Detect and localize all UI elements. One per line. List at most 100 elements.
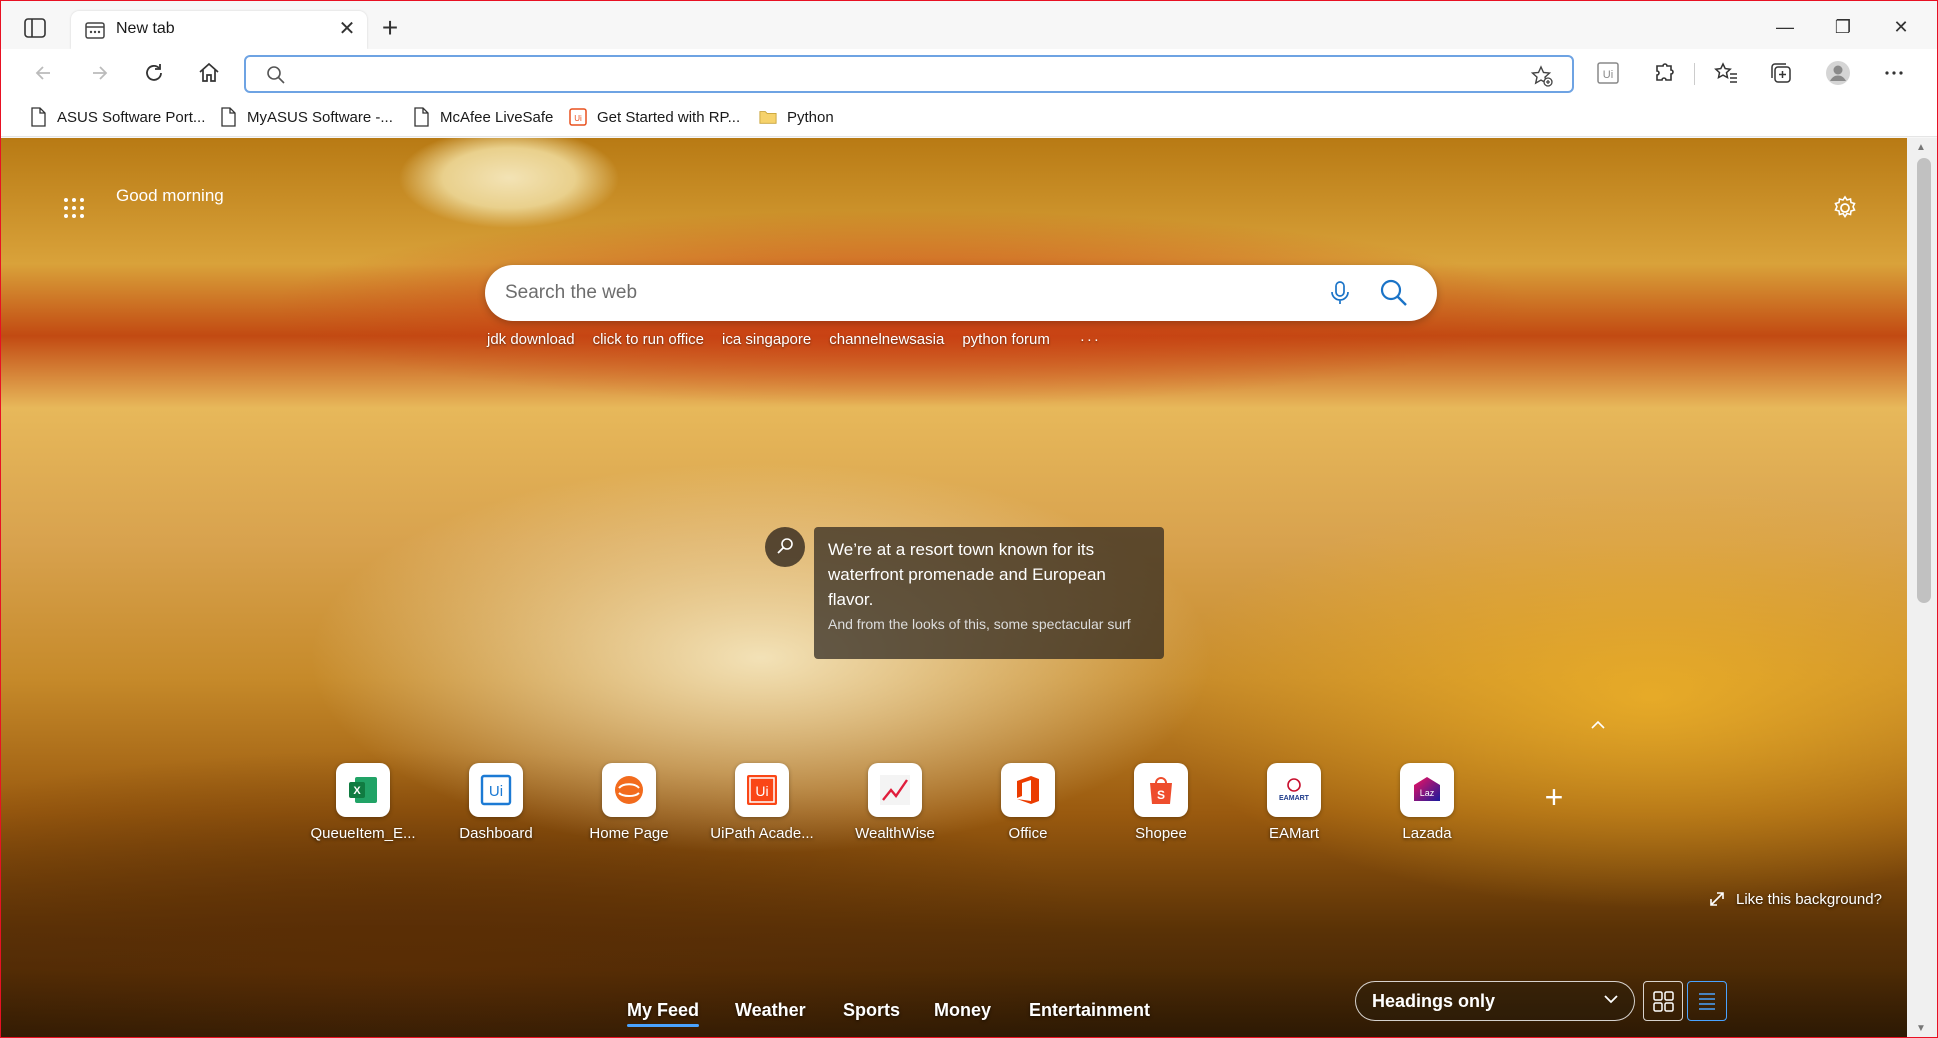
chevron-up-icon[interactable] — [1586, 713, 1610, 737]
address-bar[interactable] — [244, 55, 1574, 93]
quick-link-queueitem[interactable]: X QueueItem_E... — [308, 763, 418, 842]
search-icon — [267, 66, 285, 84]
quick-link-label: EAMart — [1268, 825, 1319, 842]
favorite-label: Get Started with RP... — [597, 108, 741, 126]
scroll-down-icon[interactable]: ▼ — [1916, 1023, 1926, 1034]
page-icon — [31, 107, 46, 127]
dropdown-selected-value: Headings only — [1372, 991, 1496, 1011]
favorite-item-get-started-rpa[interactable]: Ui Get Started with RP... — [569, 103, 740, 131]
quick-link-label: Office — [1008, 825, 1048, 842]
content-visibility-dropdown[interactable]: Headings only — [1355, 981, 1635, 1021]
scrollbar-thumb[interactable] — [1917, 158, 1931, 603]
favorite-label: Python — [787, 108, 834, 126]
web-search-box[interactable] — [485, 265, 1437, 321]
svg-text:X: X — [353, 785, 361, 797]
favorite-label: MyASUS Software -... — [247, 108, 393, 126]
web-search-input[interactable] — [505, 279, 1305, 307]
image-info-subtext: And from the looks of this, some spectac… — [828, 616, 1131, 632]
quick-link-shopee[interactable]: S Shopee — [1106, 763, 1216, 842]
tab-actions-icon[interactable] — [23, 17, 47, 39]
page-scrollbar[interactable]: ▲ ▼ — [1907, 138, 1937, 1037]
uipath-extension-icon[interactable]: Ui — [1594, 59, 1622, 87]
office-icon — [1001, 763, 1055, 817]
greeting-text: Good morning — [116, 186, 224, 205]
collections-icon[interactable] — [1767, 59, 1795, 87]
favorite-label: McAfee LiveSafe — [440, 108, 554, 126]
feed-tab-entertainment[interactable]: Entertainment — [1029, 1000, 1150, 1021]
like-background-link[interactable]: Like this background? — [1708, 890, 1882, 908]
forward-icon[interactable] — [85, 59, 113, 87]
tab-new-tab[interactable]: New tab ✕ — [71, 11, 367, 49]
quick-link-office[interactable]: Office — [973, 763, 1083, 842]
grid-view-icon — [1653, 991, 1674, 1012]
image-info-card[interactable]: We’re at a resort town known for its wat… — [814, 527, 1164, 659]
like-background-label: Like this background? — [1736, 890, 1882, 908]
add-favorite-icon[interactable] — [1530, 64, 1554, 88]
page-settings-icon[interactable] — [1831, 194, 1859, 222]
extensions-icon[interactable] — [1650, 59, 1678, 87]
profile-avatar-icon[interactable] — [1824, 59, 1852, 87]
favorite-folder-python[interactable]: Python — [759, 103, 834, 131]
feed-tab-sports[interactable]: Sports — [843, 1000, 900, 1021]
favorites-icon[interactable] — [1712, 59, 1740, 87]
add-quick-link-button[interactable]: + — [1539, 781, 1569, 813]
trending-item[interactable]: ica singapore — [722, 331, 811, 348]
quick-link-label: WealthWise — [855, 825, 935, 842]
navigation-toolbar: Ui — [1, 49, 1937, 97]
favorite-item-myasus-software[interactable]: MyASUS Software -... — [219, 103, 393, 131]
quick-link-eamart[interactable]: EAMART EAMart — [1239, 763, 1349, 842]
svg-text:S: S — [1157, 788, 1165, 802]
svg-text:Ui: Ui — [755, 783, 768, 799]
favorite-item-mcafee-livesafe[interactable]: McAfee LiveSafe — [412, 103, 553, 131]
image-info-search-icon[interactable] — [765, 527, 805, 567]
quick-link-lazada[interactable]: Laz Lazada — [1372, 763, 1482, 842]
feed-tab-my-feed[interactable]: My Feed — [627, 1000, 700, 1027]
favorites-bar: ASUS Software Port... MyASUS Software -.… — [1, 97, 1937, 137]
quick-link-label: Shopee — [1135, 825, 1187, 842]
trending-more-button[interactable]: ··· — [1080, 331, 1101, 348]
grid-view-button[interactable] — [1643, 981, 1683, 1021]
minimize-button[interactable]: — — [1773, 15, 1797, 39]
quick-link-label: Dashboard — [459, 825, 533, 842]
search-submit-icon[interactable] — [1378, 277, 1410, 309]
wealthwise-icon — [868, 763, 922, 817]
tab-close-icon[interactable]: ✕ — [337, 19, 357, 39]
trending-item[interactable]: channelnewsasia — [829, 331, 944, 348]
image-info-headline: We’re at a resort town known for its wat… — [828, 540, 1106, 609]
microphone-icon[interactable] — [1326, 279, 1354, 307]
list-view-button[interactable] — [1687, 981, 1727, 1021]
quick-link-label: Home Page — [589, 825, 669, 842]
homepage-orange-icon — [602, 763, 656, 817]
trending-searches: jdk download click to run office ica sin… — [487, 331, 1101, 348]
trending-item[interactable]: click to run office — [593, 331, 704, 348]
quick-link-dashboard[interactable]: Ui Dashboard — [441, 763, 551, 842]
quick-link-uipath-academy[interactable]: Ui UiPath Acade... — [707, 763, 817, 842]
feed-tab-weather[interactable]: Weather — [735, 1000, 806, 1021]
list-view-icon — [1699, 993, 1715, 1010]
close-window-button[interactable]: ✕ — [1889, 15, 1913, 39]
app-launcher-icon[interactable] — [63, 197, 85, 219]
refresh-icon[interactable] — [140, 59, 168, 87]
page-icon — [414, 107, 429, 127]
uipath-blue-icon: Ui — [469, 763, 523, 817]
trending-item[interactable]: python forum — [962, 331, 1050, 348]
quick-link-label: Lazada — [1402, 825, 1452, 842]
back-icon[interactable] — [30, 59, 58, 87]
restore-button[interactable]: ❐ — [1831, 15, 1855, 39]
more-options-icon[interactable] — [1880, 59, 1908, 87]
favorite-label: ASUS Software Port... — [57, 108, 206, 126]
address-input[interactable] — [300, 63, 1480, 87]
trending-item[interactable]: jdk download — [487, 331, 575, 348]
quick-link-wealthwise[interactable]: WealthWise — [840, 763, 950, 842]
favorite-item-asus-software-portal[interactable]: ASUS Software Port... — [29, 103, 205, 131]
home-icon[interactable] — [195, 59, 223, 87]
folder-icon — [759, 111, 777, 124]
svg-text:Ui: Ui — [489, 783, 503, 800]
uipath-icon: Ui — [569, 108, 587, 126]
feed-tab-money[interactable]: Money — [934, 1000, 991, 1021]
page-icon — [221, 107, 236, 127]
uipath-orange-icon: Ui — [735, 763, 789, 817]
new-tab-button[interactable]: + — [377, 14, 403, 42]
scroll-up-icon[interactable]: ▲ — [1916, 142, 1926, 153]
quick-link-home-page[interactable]: Home Page — [574, 763, 684, 842]
